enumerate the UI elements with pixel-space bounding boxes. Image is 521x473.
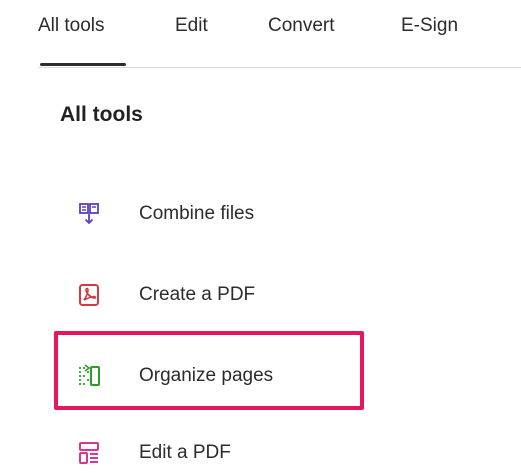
tab-bar: All tools Edit Convert E-Sign	[0, 0, 521, 68]
tool-label: Combine files	[139, 203, 255, 224]
tool-create-pdf[interactable]: Create a PDF	[60, 275, 360, 315]
tab-all-tools[interactable]: All tools	[38, 12, 105, 40]
edit-pdf-icon	[79, 442, 99, 464]
tab-e-sign[interactable]: E-Sign	[401, 12, 458, 40]
combine-files-icon	[79, 203, 99, 225]
tool-combine-files[interactable]: Combine files	[60, 194, 360, 234]
tab-divider	[38, 67, 521, 68]
tab-edit[interactable]: Edit	[175, 12, 208, 40]
tool-label: Create a PDF	[139, 284, 256, 305]
tool-label: Edit a PDF	[139, 442, 231, 463]
create-pdf-icon	[79, 284, 99, 306]
highlight-box	[54, 331, 364, 410]
tool-edit-pdf[interactable]: Edit a PDF	[60, 433, 360, 473]
active-tab-indicator	[40, 63, 126, 66]
section-title: All tools	[60, 103, 143, 126]
tab-convert[interactable]: Convert	[268, 12, 335, 40]
